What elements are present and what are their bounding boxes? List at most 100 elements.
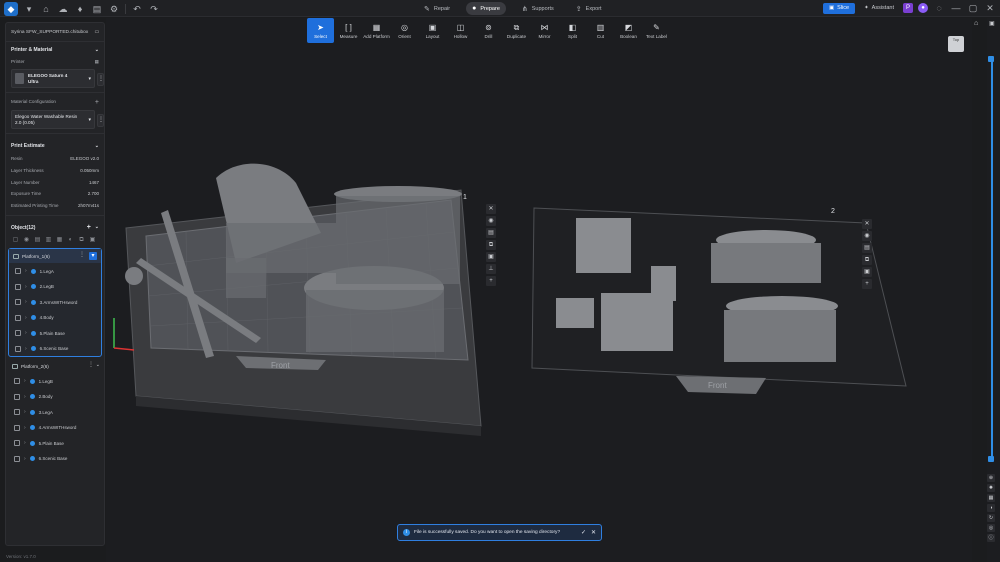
copy-icon[interactable]: ⧉	[486, 240, 496, 250]
chevron-right-icon[interactable]: ›	[25, 330, 27, 336]
list-item[interactable]: › 1.LegB	[8, 373, 102, 389]
layer-slider-bottom-handle[interactable]	[988, 456, 994, 462]
layer-slider-top-handle[interactable]	[988, 56, 994, 62]
more-icon[interactable]: ⋮	[79, 251, 85, 258]
zoom-icon[interactable]: ⊕	[987, 474, 995, 482]
undo-icon[interactable]: ↶	[131, 3, 143, 15]
duplicate-tool-button[interactable]: ⧉ Duplicate	[503, 18, 530, 43]
list-item[interactable]: › 3.LegA	[8, 404, 102, 420]
shop-icon[interactable]: ♦	[74, 3, 86, 15]
checkbox[interactable]	[14, 393, 20, 400]
chevron-right-icon[interactable]: ›	[25, 284, 27, 290]
chevron-right-icon[interactable]: ›	[24, 440, 26, 446]
add-platform-button[interactable]: ▦ Add Platform	[363, 18, 390, 43]
redo-icon[interactable]: ↷	[148, 3, 160, 15]
add-icon[interactable]: +	[486, 276, 496, 286]
chevron-down-icon[interactable]: ⌄	[95, 224, 99, 231]
platform-menu-button[interactable]: ▾	[89, 252, 97, 261]
chevron-right-icon[interactable]: ›	[25, 268, 27, 274]
chevron-right-icon[interactable]: ›	[24, 378, 26, 384]
lock-icon[interactable]: ▣	[862, 267, 872, 277]
delete-icon[interactable]: ▦	[56, 237, 63, 244]
confirm-check-icon[interactable]: ✓	[581, 529, 586, 536]
list-item[interactable]: › 6.Scenic Base	[9, 341, 101, 357]
tab-repair[interactable]: ✎ Repair	[418, 2, 456, 15]
home-view-icon[interactable]: ⌂	[974, 20, 978, 27]
print-estimate-header[interactable]: Print Estimate ⌄	[6, 138, 104, 153]
printer-select[interactable]: ELEGOO Saturn 4 Ultra ▾ ⋮	[11, 69, 104, 88]
split-tool-button[interactable]: ◧ Split	[559, 18, 586, 43]
eye-icon[interactable]: ◉	[486, 216, 496, 226]
printer-material-header[interactable]: Printer & Material ⌄	[6, 42, 104, 57]
tab-prepare[interactable]: ● Prepare	[466, 2, 506, 15]
text-label-tool-button[interactable]: ✎ Text Label	[643, 18, 670, 43]
list-item[interactable]: › 2.Body	[8, 389, 102, 405]
open-file-icon[interactable]: ▤	[91, 3, 103, 15]
lock-icon[interactable]: ▣	[486, 252, 496, 262]
checkbox[interactable]	[14, 440, 20, 447]
measure-tool-button[interactable]: [ ] Measure	[335, 18, 362, 43]
slice-button[interactable]: ▣ Slice	[822, 2, 856, 14]
drill-tool-button[interactable]: ⊚ Drill	[475, 18, 502, 43]
layer-view-icon[interactable]: ▣	[989, 20, 995, 27]
checkbox[interactable]	[15, 268, 21, 275]
list-item[interactable]: › 4.ArmsWITHsword	[8, 420, 102, 436]
grid-icon[interactable]: ▦	[987, 494, 995, 502]
layer-icon[interactable]: ▤	[34, 237, 41, 244]
rotate-icon[interactable]: ↻	[987, 514, 995, 522]
hollow-tool-button[interactable]: ◫ Hollow	[447, 18, 474, 43]
view-cube[interactable]: Top	[948, 36, 964, 52]
chevron-right-icon[interactable]: ›	[24, 409, 26, 415]
more-icon[interactable]: ⋮	[88, 361, 94, 368]
home-icon[interactable]: ⌂	[40, 3, 52, 15]
close-icon[interactable]: ✕	[486, 204, 496, 214]
image-icon[interactable]: ▤	[862, 243, 872, 253]
select-all-checkbox[interactable]: ▢	[12, 237, 19, 244]
boolean-tool-button[interactable]: ◩ Boolean	[615, 18, 642, 43]
sun-icon[interactable]: ✹	[987, 484, 995, 492]
cut-tool-button[interactable]: ▥ Cut	[587, 18, 614, 43]
chevron-down-icon[interactable]: ⌄	[96, 362, 100, 368]
checkbox[interactable]	[14, 424, 20, 431]
list-item[interactable]: › 2.LegB	[9, 279, 101, 295]
group-icon[interactable]: ▥	[45, 237, 52, 244]
list-item[interactable]: › 4.Body	[9, 310, 101, 326]
mirror-tool-button[interactable]: ⋈ Mirror	[531, 18, 558, 43]
list-item[interactable]: › 5.Plain Base	[8, 435, 102, 451]
3d-viewport[interactable]: Front Front 1 2	[106, 18, 972, 562]
image-icon[interactable]: ▤	[486, 228, 496, 238]
premium-badge-icon[interactable]: P	[903, 3, 913, 13]
maximize-icon[interactable]: ▢	[967, 2, 979, 14]
copy-icon[interactable]: ⧉	[862, 255, 872, 265]
tab-supports[interactable]: ⋔ Supports	[516, 2, 560, 15]
platform-1-header[interactable]: Platform_1(6) ⋮ ▾	[9, 249, 101, 264]
material-more-button[interactable]: ⋮	[97, 114, 104, 127]
dropdown-icon[interactable]: ▾	[23, 3, 35, 15]
platform-2-header[interactable]: Platform_2(6) ⋮ ⌄	[8, 359, 102, 373]
panel-toggle-icon[interactable]: ▭	[94, 30, 99, 35]
close-icon[interactable]: ✕	[984, 2, 996, 14]
checkbox[interactable]	[15, 299, 21, 306]
add-material-icon[interactable]: +	[95, 99, 99, 106]
chevron-right-icon[interactable]: ›	[24, 425, 26, 431]
checkbox[interactable]	[14, 378, 20, 385]
info-icon[interactable]: ⓘ	[987, 534, 995, 542]
add-icon[interactable]: +	[862, 279, 872, 289]
chevron-right-icon[interactable]: ›	[25, 346, 27, 352]
printer-more-button[interactable]: ⋮	[97, 73, 104, 86]
color-icon[interactable]: ◐	[67, 237, 74, 244]
list-item[interactable]: › 6.Scenic Base	[8, 451, 102, 467]
checkbox[interactable]	[14, 409, 20, 416]
chevron-right-icon[interactable]: ›	[24, 394, 26, 400]
layout-tool-icon[interactable]: ▣	[89, 237, 96, 244]
cloud-icon[interactable]: ☁	[57, 3, 69, 15]
perspective-icon[interactable]: ◑	[987, 504, 995, 512]
list-item[interactable]: › 1.LegA	[9, 263, 101, 279]
assistant-button[interactable]: ✦ Assistant	[860, 5, 898, 11]
notification-icon[interactable]: ◌	[933, 2, 945, 14]
link-icon[interactable]: ⧉	[78, 237, 85, 244]
checkbox[interactable]	[14, 455, 20, 462]
chevron-right-icon[interactable]: ›	[25, 299, 27, 305]
checkbox[interactable]	[15, 330, 21, 337]
list-item[interactable]: › 5.Plain Base	[9, 325, 101, 341]
